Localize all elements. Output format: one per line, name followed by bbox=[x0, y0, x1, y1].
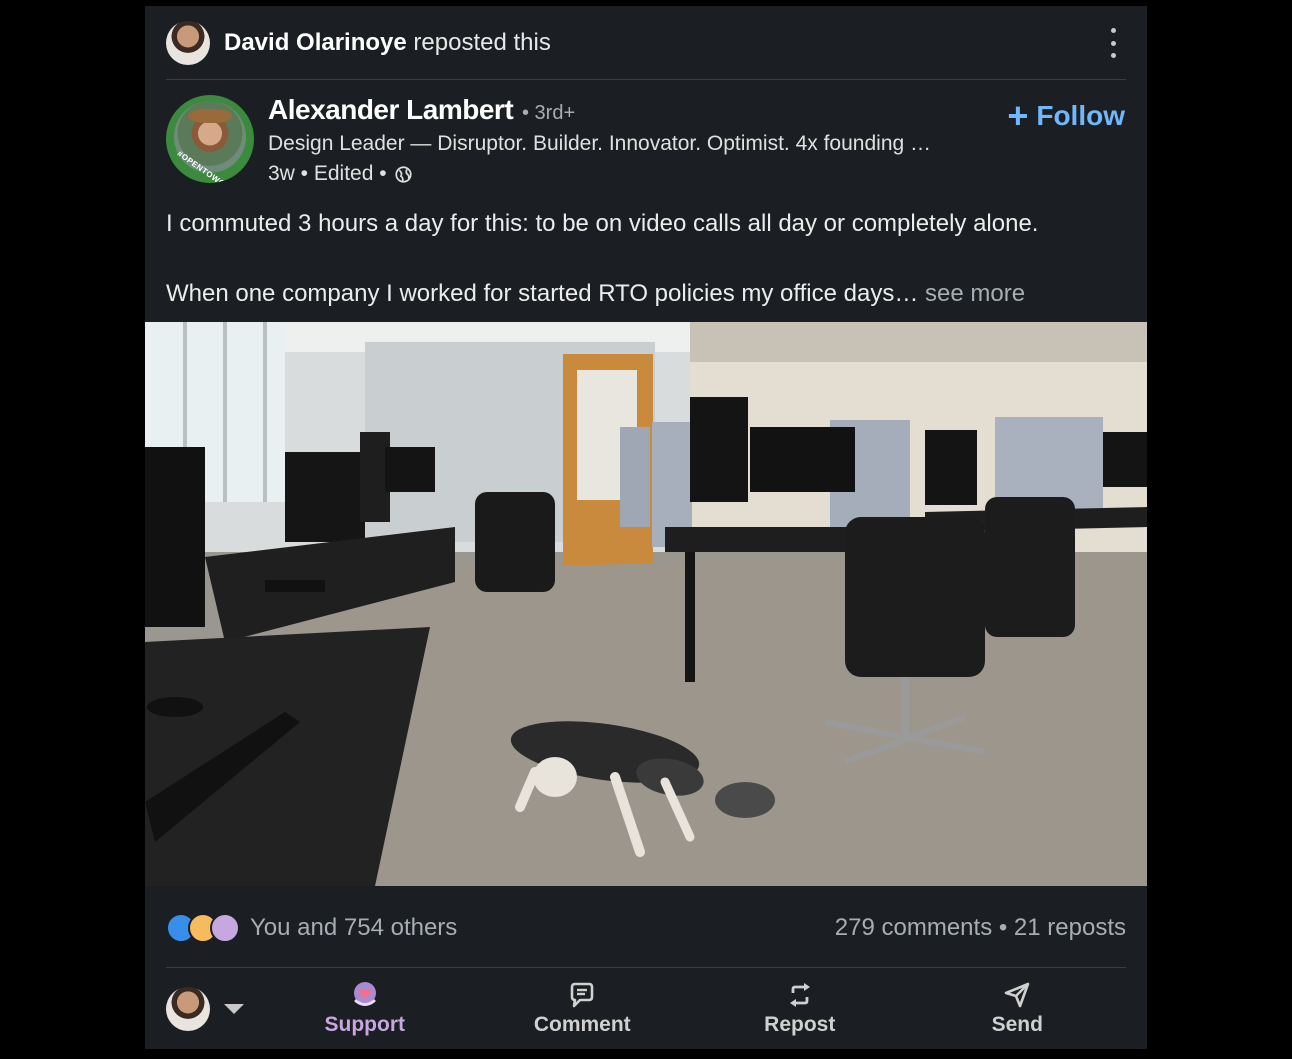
comment-icon bbox=[570, 982, 594, 1008]
plus-icon: + bbox=[1007, 95, 1029, 136]
action-bar: Support Comment Repost Send bbox=[166, 978, 1126, 1040]
reposter-name[interactable]: David Olarinoye bbox=[224, 29, 407, 56]
post-image[interactable] bbox=[145, 322, 1147, 886]
follow-button[interactable]: + Follow bbox=[1007, 98, 1125, 134]
comments-reposts-count[interactable]: 279 comments • 21 reposts bbox=[835, 914, 1126, 942]
post-meta: 3w • Edited • bbox=[268, 162, 412, 186]
repost-icon bbox=[789, 983, 810, 1007]
chevron-down-icon bbox=[224, 1004, 244, 1014]
author-name[interactable]: Alexander Lambert bbox=[268, 94, 514, 126]
author-headline: Design Leader — Disruptor. Builder. Inno… bbox=[268, 132, 932, 155]
send-icon bbox=[1004, 982, 1030, 1008]
social-counts: You and 754 others 279 comments • 21 rep… bbox=[166, 908, 1126, 948]
reactions-count[interactable]: You and 754 others bbox=[250, 914, 457, 942]
office-photo bbox=[145, 322, 1147, 886]
globe-icon bbox=[395, 165, 412, 183]
see-more-link[interactable]: see more bbox=[918, 280, 1025, 307]
my-avatar bbox=[166, 987, 210, 1031]
reaction-identity-switcher[interactable] bbox=[166, 987, 256, 1031]
support-icon bbox=[210, 913, 240, 943]
send-label: Send bbox=[991, 1013, 1043, 1036]
actions-divider bbox=[166, 967, 1126, 968]
post-line-1: I commuted 3 hours a day for this: to be… bbox=[166, 210, 1039, 237]
feed-post-card: David Olarinoye reposted this #OPENTOWOR… bbox=[145, 6, 1147, 1049]
comment-button[interactable]: Comment bbox=[474, 981, 692, 1037]
more-options-icon[interactable] bbox=[1108, 28, 1118, 58]
repost-button[interactable]: Repost bbox=[691, 981, 909, 1037]
repost-label: David Olarinoye reposted this bbox=[224, 29, 551, 57]
support-button[interactable]: Support bbox=[256, 981, 474, 1037]
post-line-2: When one company I worked for started RT… bbox=[166, 280, 1026, 307]
reposter-avatar[interactable] bbox=[166, 21, 210, 65]
reaction-icons[interactable] bbox=[166, 913, 240, 943]
post-body: I commuted 3 hours a day for this: to be… bbox=[166, 206, 1126, 311]
repost-label: Repost bbox=[764, 1013, 836, 1036]
post-time-edited: 3w • Edited • bbox=[268, 162, 387, 185]
comment-label: Comment bbox=[533, 1013, 631, 1036]
author-avatar[interactable]: #OPENTOWORK bbox=[166, 95, 254, 183]
repost-suffix: reposted this bbox=[406, 29, 551, 56]
support-label: Support bbox=[324, 1013, 405, 1036]
follow-label: Follow bbox=[1036, 100, 1125, 131]
repost-header: David Olarinoye reposted this bbox=[166, 20, 1126, 66]
connection-degree: • 3rd+ bbox=[522, 102, 576, 124]
send-button[interactable]: Send bbox=[909, 981, 1127, 1037]
header-divider bbox=[166, 79, 1126, 80]
support-heart-icon bbox=[353, 982, 376, 1006]
